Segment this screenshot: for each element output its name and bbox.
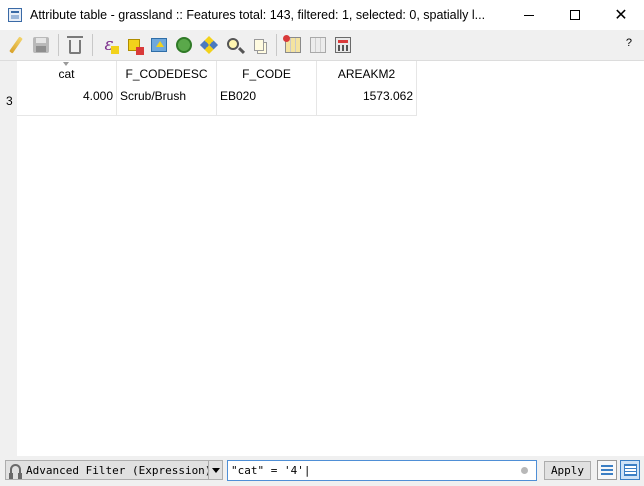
move-selection-top-button[interactable]: [147, 33, 171, 57]
toolbar-separator: [276, 34, 277, 56]
minimize-button[interactable]: [506, 0, 552, 30]
field-calculator-icon: [335, 37, 351, 53]
table-view-icon: [623, 464, 637, 476]
column-header-label: cat: [58, 67, 75, 81]
table-cell-cat[interactable]: 4.000: [17, 88, 117, 115]
copy-rows-button[interactable]: [247, 33, 271, 57]
trash-icon: [67, 35, 83, 54]
toggle-editing-button[interactable]: [4, 33, 28, 57]
toolbar-separator: [58, 34, 59, 56]
expression-select-swatch: [111, 46, 119, 54]
chevron-down-icon[interactable]: [208, 461, 222, 479]
attribute-table[interactable]: cat F_CODEDESC F_CODE AREAKM2 3 4.000 Sc…: [0, 60, 644, 457]
save-icon: [33, 37, 49, 53]
apply-button[interactable]: Apply: [544, 461, 591, 480]
close-icon: ✕: [614, 7, 628, 24]
toolbar-separator: [92, 34, 93, 56]
help-button[interactable]: ?: [626, 37, 632, 49]
table-header-row: cat F_CODEDESC F_CODE AREAKM2: [17, 61, 417, 88]
invert-selection-button[interactable]: [172, 33, 196, 57]
table-cell-f-codedesc[interactable]: Scrub/Brush: [117, 88, 217, 115]
table-cell-f-code[interactable]: EB020: [217, 88, 317, 115]
form-view-button[interactable]: [597, 460, 617, 480]
attribute-toolbar: ε ?: [0, 30, 644, 60]
row-number[interactable]: 3: [6, 94, 13, 108]
new-field-icon: [283, 35, 301, 53]
field-calculator-button[interactable]: [331, 33, 355, 57]
filter-expression-input[interactable]: "cat" = '4'|: [227, 460, 537, 481]
filter-bar: Advanced Filter (Expression) "cat" = '4'…: [0, 456, 644, 486]
column-header-areakm2[interactable]: AREAKM2: [317, 61, 417, 88]
move-to-top-icon: [151, 38, 167, 52]
pan-to-selection-icon: [199, 35, 219, 55]
deselect-icon: [128, 39, 144, 55]
pan-map-button[interactable]: [197, 33, 221, 57]
window-title: Attribute table - grassland :: Features …: [30, 8, 486, 22]
zoom-map-button[interactable]: [222, 33, 246, 57]
table-view-button[interactable]: [620, 460, 640, 480]
form-view-icon: [601, 464, 613, 476]
pencil-icon: [9, 36, 23, 54]
table-row[interactable]: 4.000 Scrub/Brush EB020 1573.062: [17, 88, 417, 116]
minimize-icon: [524, 14, 534, 16]
maximize-icon: [570, 10, 580, 20]
title-bar: Attribute table - grassland :: Features …: [0, 0, 644, 30]
headphone-filter-icon: [9, 463, 22, 479]
filter-mode-dropdown[interactable]: Advanced Filter (Expression): [5, 460, 223, 480]
table-cell-areakm2[interactable]: 1573.062: [317, 88, 417, 115]
column-header-cat[interactable]: cat: [17, 61, 117, 88]
zoom-to-selection-icon: [226, 37, 239, 50]
save-edits-button[interactable]: [29, 33, 53, 57]
new-field-button[interactable]: [281, 33, 305, 57]
attribute-table-app-icon: [8, 8, 22, 22]
filter-mode-label: Advanced Filter (Expression): [26, 463, 212, 477]
delete-features-button[interactable]: [63, 33, 87, 57]
close-button[interactable]: ✕: [598, 0, 644, 30]
column-header-label: AREAKM2: [337, 67, 396, 81]
deselect-all-button[interactable]: [122, 33, 146, 57]
column-header-label: F_CODEDESC: [125, 67, 208, 81]
column-header-f-code[interactable]: F_CODE: [217, 61, 317, 88]
select-by-expression-button[interactable]: ε: [97, 33, 121, 57]
delete-field-icon: [310, 37, 326, 53]
filter-expression-text: "cat" = '4'|: [231, 464, 311, 477]
sort-indicator-icon: [63, 62, 69, 66]
column-header-f-codedesc[interactable]: F_CODEDESC: [117, 61, 217, 88]
invert-selection-icon: [176, 37, 192, 53]
copy-icon: [254, 39, 264, 51]
maximize-button[interactable]: [552, 0, 598, 30]
delete-field-button[interactable]: [306, 33, 330, 57]
row-header-gutter: [0, 61, 17, 457]
clear-icon[interactable]: [521, 467, 528, 474]
column-header-label: F_CODE: [242, 67, 291, 81]
